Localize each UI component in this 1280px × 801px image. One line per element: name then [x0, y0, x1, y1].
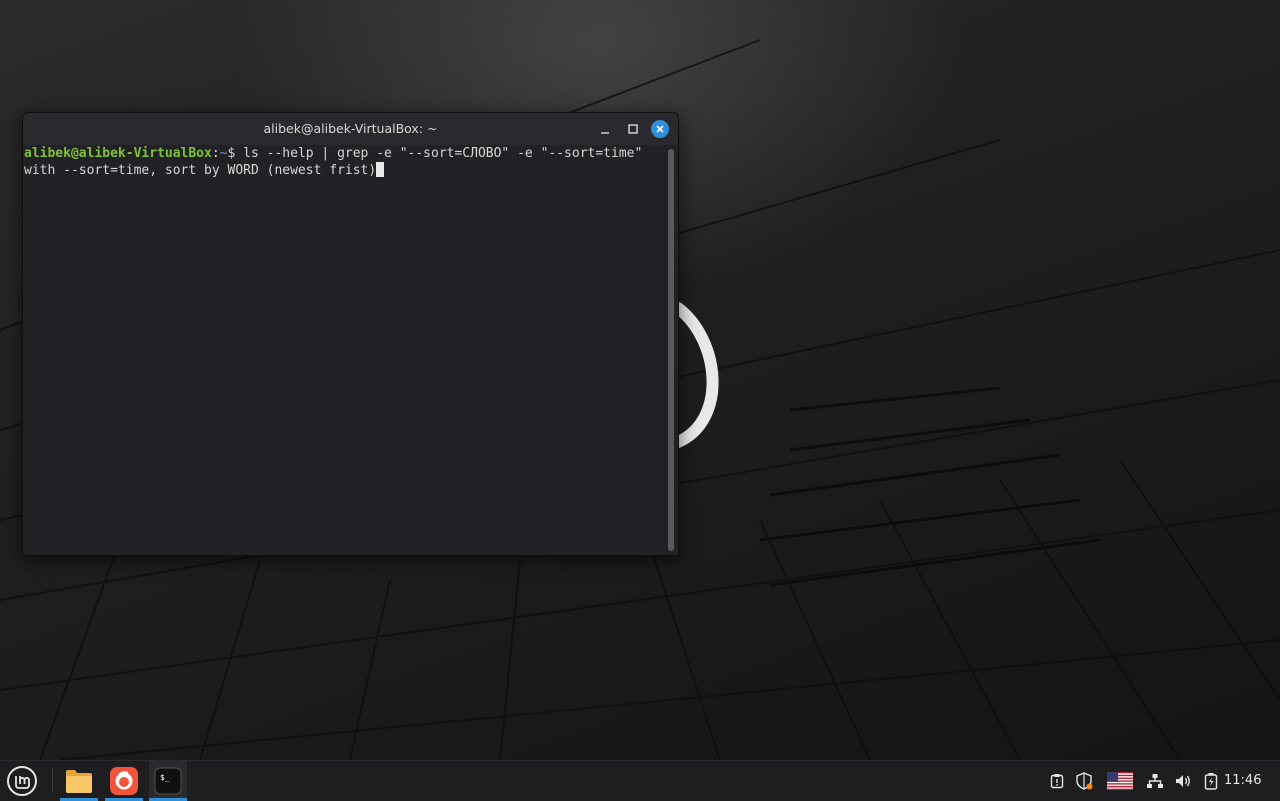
close-icon: [656, 125, 664, 133]
firefox-launcher[interactable]: [105, 761, 143, 801]
terminal-window[interactable]: alibek@alibek-VirtualBox: ~ alibek@alibe…: [22, 112, 679, 556]
mint-menu-icon: [7, 766, 37, 796]
keyboard-layout-applet[interactable]: [1105, 761, 1135, 801]
prompt-path: ~: [219, 146, 228, 161]
prompt-separator: :: [211, 146, 220, 161]
files-launcher[interactable]: [60, 761, 98, 801]
folder-icon: [66, 770, 92, 793]
output-text: with --sort=time, sort by WORD (newest f…: [24, 163, 377, 178]
shield-icon: [1076, 772, 1093, 790]
power-applet[interactable]: [1200, 761, 1222, 801]
close-button[interactable]: [651, 120, 669, 138]
network-applet[interactable]: [1144, 761, 1166, 801]
clipboard-icon: [1050, 774, 1064, 789]
maximize-button[interactable]: [624, 120, 642, 138]
terminal-launcher[interactable]: $_: [149, 761, 187, 801]
command-line: alibek@alibek-VirtualBox:~$ ls --help | …: [24, 145, 669, 162]
minimize-button[interactable]: [596, 120, 614, 138]
taskbar-separator: [52, 769, 53, 793]
us-flag-icon: [1107, 772, 1133, 790]
prompt-user: alibek@alibek-VirtualBox: [24, 146, 212, 161]
maximize-icon: [628, 124, 638, 134]
output-line: with --sort=time, sort by WORD (newest f…: [24, 162, 669, 179]
scrollbar[interactable]: [668, 149, 674, 551]
battery-icon: [1204, 773, 1218, 790]
firefox-icon: [110, 767, 138, 795]
volume-applet[interactable]: [1172, 761, 1194, 801]
prompt-symbol: $: [227, 146, 244, 161]
minimize-icon: [601, 132, 609, 134]
terminal-content[interactable]: alibek@alibek-VirtualBox:~$ ls --help | …: [23, 145, 669, 555]
menu-button[interactable]: [4, 761, 40, 801]
terminal-icon: $_: [154, 767, 182, 795]
volume-icon: [1176, 775, 1190, 787]
clipboard-applet[interactable]: [1047, 761, 1067, 801]
network-icon: [1147, 774, 1163, 788]
text-cursor: [376, 162, 385, 177]
taskbar: $_ 11:46: [0, 760, 1280, 801]
window-title: alibek@alibek-VirtualBox: ~: [263, 121, 438, 136]
svg-text:$_: $_: [160, 773, 170, 782]
window-titlebar[interactable]: alibek@alibek-VirtualBox: ~: [23, 113, 678, 145]
clock[interactable]: 11:46: [1224, 761, 1261, 801]
command-text: ls --help | grep -e "--sort=СЛОВО" -e "-…: [243, 146, 643, 161]
update-manager-applet[interactable]: [1073, 761, 1095, 801]
